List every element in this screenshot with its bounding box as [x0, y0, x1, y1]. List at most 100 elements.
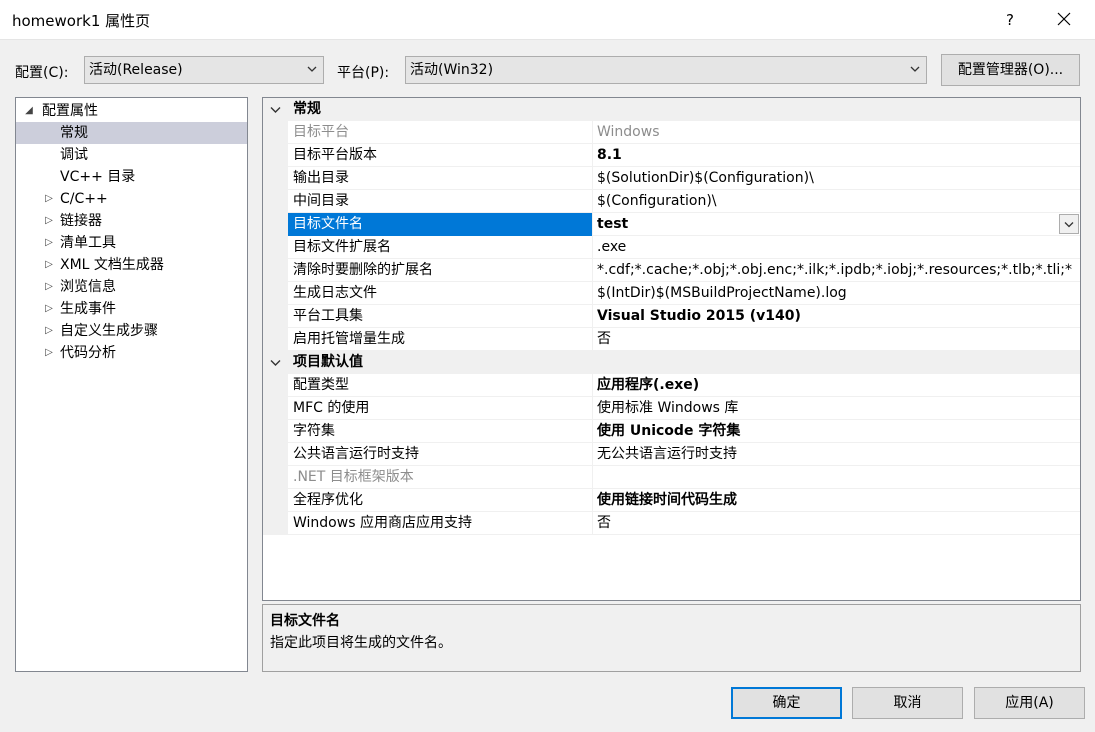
- grid-gutter: [263, 374, 288, 397]
- property-row-whole-program-opt[interactable]: 全程序优化 使用链接时间代码生成: [263, 489, 1080, 512]
- grid-gutter: [263, 121, 288, 144]
- property-value[interactable]: $(Configuration)\: [594, 190, 1080, 213]
- property-row-platform-toolset[interactable]: 平台工具集 Visual Studio 2015 (v140): [263, 305, 1080, 328]
- property-value[interactable]: 无公共语言运行时支持: [594, 443, 1080, 466]
- property-row-character-set[interactable]: 字符集 使用 Unicode 字符集: [263, 420, 1080, 443]
- apply-button[interactable]: 应用(A): [974, 687, 1085, 719]
- property-value[interactable]: Visual Studio 2015 (v140): [594, 305, 1080, 328]
- title-bar: homework1 属性页 ?: [0, 0, 1095, 40]
- expand-triangle-icon[interactable]: ▷: [42, 210, 56, 232]
- property-value[interactable]: 应用程序(.exe): [594, 374, 1080, 397]
- help-button[interactable]: ?: [990, 6, 1030, 34]
- tree-item-label: 链接器: [60, 213, 102, 229]
- collapse-triangle-icon[interactable]: ◢: [22, 100, 36, 122]
- tree-item-label: 代码分析: [60, 345, 116, 361]
- grid-gutter: [263, 397, 288, 420]
- grid-gutter: [263, 98, 288, 121]
- property-row-managed-incremental[interactable]: 启用托管增量生成 否: [263, 328, 1080, 351]
- grid-gutter: [263, 420, 288, 443]
- property-name: 字符集: [288, 420, 593, 443]
- expand-triangle-icon[interactable]: ▷: [42, 320, 56, 342]
- tree-item-xml-doc-generator[interactable]: ▷ XML 文档生成器: [16, 254, 247, 276]
- expand-triangle-icon[interactable]: ▷: [42, 276, 56, 298]
- property-row-clean-extensions[interactable]: 清除时要删除的扩展名 *.cdf;*.cache;*.obj;*.obj.enc…: [263, 259, 1080, 282]
- property-value[interactable]: 使用链接时间代码生成: [594, 489, 1080, 512]
- expand-triangle-icon[interactable]: ▷: [42, 188, 56, 210]
- property-name: 目标文件名: [288, 213, 593, 236]
- property-row-output-dir[interactable]: 输出目录 $(SolutionDir)$(Configuration)\: [263, 167, 1080, 190]
- property-value: Windows: [597, 124, 660, 140]
- category-general[interactable]: 常规: [263, 98, 1080, 121]
- description-panel: 目标文件名 指定此项目将生成的文件名。: [262, 604, 1081, 672]
- property-value-editor[interactable]: test: [594, 213, 1080, 236]
- property-row-clr-support[interactable]: 公共语言运行时支持 无公共语言运行时支持: [263, 443, 1080, 466]
- tree-item-manifest-tool[interactable]: ▷ 清单工具: [16, 232, 247, 254]
- property-row-configuration-type[interactable]: 配置类型 应用程序(.exe): [263, 374, 1080, 397]
- property-row-target-platform[interactable]: 目标平台 Windows: [263, 121, 1080, 144]
- property-value[interactable]: 否: [594, 512, 1080, 535]
- ok-button[interactable]: 确定: [731, 687, 842, 719]
- tree-item-vc-directories[interactable]: VC++ 目录: [16, 166, 247, 188]
- tree-item-build-events[interactable]: ▷ 生成事件: [16, 298, 247, 320]
- tree-item-browse-info[interactable]: ▷ 浏览信息: [16, 276, 247, 298]
- property-grid[interactable]: 常规 目标平台 Windows 目标平台版本 8.1 输出目录 $(Soluti…: [262, 97, 1081, 601]
- property-tree[interactable]: ◢ 配置属性 常规 调试 VC++ 目录 ▷ C/C++ ▷ 链接器 ▷ 清单工…: [15, 97, 248, 672]
- tree-item-linker[interactable]: ▷ 链接器: [16, 210, 247, 232]
- tree-item-label: 浏览信息: [60, 279, 116, 295]
- tree-item-general[interactable]: 常规: [16, 122, 247, 144]
- property-row-intermediate-dir[interactable]: 中间目录 $(Configuration)\: [263, 190, 1080, 213]
- grid-gutter: [263, 236, 288, 259]
- property-row-dotnet-framework[interactable]: .NET 目标框架版本: [263, 466, 1080, 489]
- grid-gutter: [263, 512, 288, 535]
- configuration-manager-button[interactable]: 配置管理器(O)...: [941, 54, 1080, 86]
- close-button[interactable]: [1042, 4, 1086, 36]
- property-name: .NET 目标框架版本: [288, 466, 593, 489]
- grid-gutter: [263, 144, 288, 167]
- property-value[interactable]: $(IntDir)$(MSBuildProjectName).log: [594, 282, 1080, 305]
- window-title: homework1 属性页: [12, 12, 151, 30]
- grid-gutter: [263, 305, 288, 328]
- property-value[interactable]: 使用标准 Windows 库: [594, 397, 1080, 420]
- tree-item-custom-build-step[interactable]: ▷ 自定义生成步骤: [16, 320, 247, 342]
- property-row-platform-version[interactable]: 目标平台版本 8.1: [263, 144, 1080, 167]
- tree-item-debugging[interactable]: 调试: [16, 144, 247, 166]
- expand-triangle-icon[interactable]: ▷: [42, 232, 56, 254]
- property-value[interactable]: 否: [594, 328, 1080, 351]
- platform-label: 平台(P):: [337, 65, 390, 81]
- property-row-target-ext[interactable]: 目标文件扩展名 .exe: [263, 236, 1080, 259]
- expand-triangle-icon[interactable]: ▷: [42, 298, 56, 320]
- grid-gutter: [263, 466, 288, 489]
- grid-gutter: [263, 213, 288, 236]
- expand-triangle-icon[interactable]: ▷: [42, 254, 56, 276]
- tree-item-code-analysis[interactable]: ▷ 代码分析: [16, 342, 247, 364]
- property-value[interactable]: 使用 Unicode 字符集: [594, 420, 1080, 443]
- cancel-button[interactable]: 取消: [852, 687, 963, 719]
- property-value[interactable]: 8.1: [594, 144, 1080, 167]
- category-project-defaults[interactable]: 项目默认值: [263, 351, 1080, 374]
- config-select[interactable]: 活动(Release): [84, 56, 324, 84]
- platform-select[interactable]: 活动(Win32): [405, 56, 927, 84]
- tree-item-c-cpp[interactable]: ▷ C/C++: [16, 188, 247, 210]
- property-row-windows-store-support[interactable]: Windows 应用商店应用支持 否: [263, 512, 1080, 535]
- tree-item-label: 配置属性: [42, 103, 98, 119]
- collapse-chevron-icon[interactable]: [270, 106, 281, 114]
- property-value[interactable]: .exe: [594, 236, 1080, 259]
- tree-item-label: 生成事件: [60, 301, 116, 317]
- property-row-target-name[interactable]: 目标文件名 test: [263, 213, 1080, 236]
- expand-triangle-icon[interactable]: ▷: [42, 342, 56, 364]
- collapse-chevron-icon[interactable]: [270, 359, 281, 367]
- property-row-use-of-mfc[interactable]: MFC 的使用 使用标准 Windows 库: [263, 397, 1080, 420]
- description-text: 指定此项目将生成的文件名。: [270, 635, 452, 651]
- tree-item-label: 自定义生成步骤: [60, 323, 158, 339]
- property-value[interactable]: $(SolutionDir)$(Configuration)\: [594, 167, 1080, 190]
- property-name: 输出目录: [288, 167, 593, 190]
- property-row-build-log[interactable]: 生成日志文件 $(IntDir)$(MSBuildProjectName).lo…: [263, 282, 1080, 305]
- property-name: MFC 的使用: [288, 397, 593, 420]
- description-title: 目标文件名: [270, 613, 340, 629]
- property-value[interactable]: test: [597, 216, 628, 232]
- tree-item-config-properties[interactable]: ◢ 配置属性: [16, 100, 247, 122]
- chevron-down-icon: [1064, 222, 1074, 228]
- property-value[interactable]: *.cdf;*.cache;*.obj;*.obj.enc;*.ilk;*.ip…: [594, 259, 1080, 282]
- tree-item-label: C/C++: [60, 191, 108, 207]
- value-dropdown-button[interactable]: [1059, 214, 1079, 234]
